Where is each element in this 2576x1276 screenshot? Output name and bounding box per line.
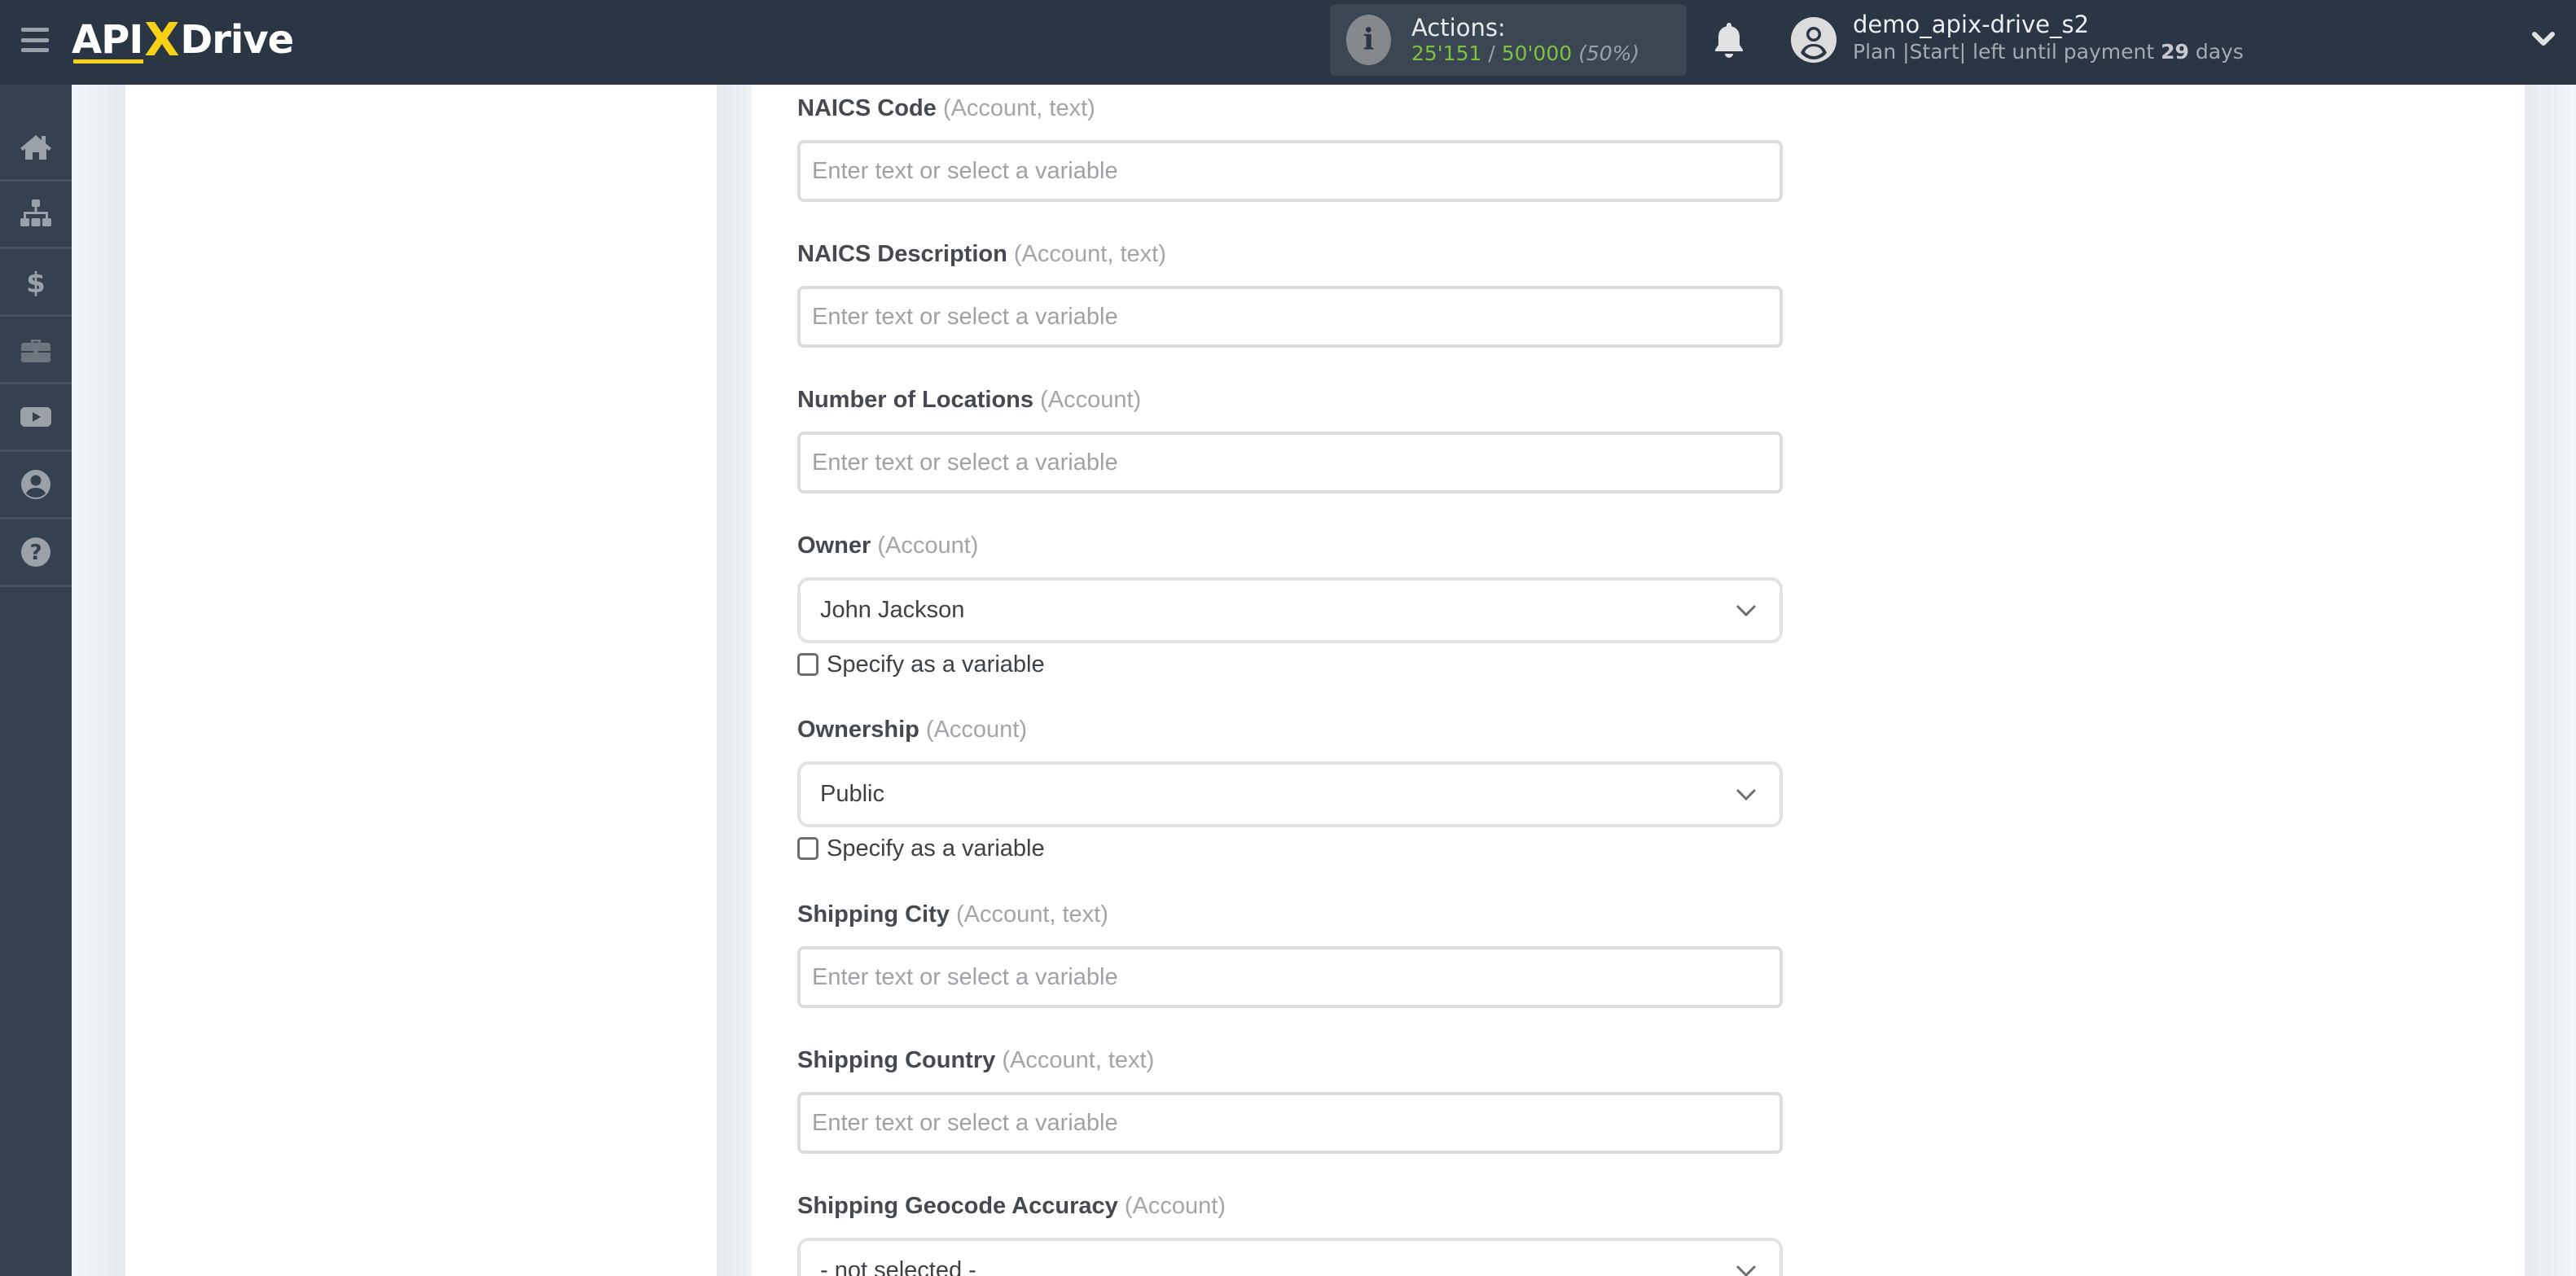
actions-used: 25'151 <box>1411 42 1482 66</box>
field-shipping-geocode-accuracy: Shipping Geocode Accuracy (Account) - no… <box>797 1190 1783 1276</box>
field-shipping-city: Shipping City (Account, text) <box>797 899 1783 1008</box>
field-name: Owner <box>797 533 871 559</box>
user-plan: Plan |Start| left until payment 29 days <box>1853 39 2244 64</box>
number-of-locations-input[interactable] <box>797 432 1783 493</box>
actions-percent: (50%) <box>1578 42 1640 66</box>
dollar-icon: $ <box>26 267 46 300</box>
bell-icon[interactable] <box>1713 20 1745 59</box>
field-meta: (Account) <box>925 717 1028 743</box>
actions-total: 50'000 <box>1501 42 1573 66</box>
field-name: Shipping City <box>797 901 950 927</box>
logo-text-drive: Drive <box>180 17 294 63</box>
field-label: Shipping Geocode Accuracy (Account) <box>797 1190 1783 1221</box>
field-shipping-country: Shipping Country (Account, text) <box>797 1045 1783 1154</box>
field-label: Owner (Account) <box>797 530 1783 561</box>
specify-variable-row: Specify as a variable <box>797 834 1783 863</box>
select-value: - not selected - <box>820 1257 976 1276</box>
field-label: NAICS Description (Account, text) <box>797 239 1783 270</box>
sidebar-item-account[interactable] <box>0 452 72 520</box>
chevron-down-icon <box>1736 1265 1757 1276</box>
field-name: Number of Locations <box>797 387 1034 413</box>
info-icon: i <box>1346 15 1391 65</box>
chevron-down-icon[interactable] <box>2531 26 2556 50</box>
field-meta: (Account) <box>1040 387 1142 413</box>
top-header: API X Drive i Actions: 25'151 / 50'000 (… <box>0 0 2576 85</box>
sidebar: $ ? <box>0 85 72 1276</box>
owner-specify-variable-checkbox[interactable] <box>797 653 818 676</box>
actions-separator: / <box>1481 42 1502 66</box>
user-info[interactable]: demo_apix-drive_s2 Plan |Start| left unt… <box>1853 10 2244 65</box>
sidebar-item-home[interactable] <box>0 114 72 182</box>
field-label: Shipping City (Account, text) <box>797 899 1783 930</box>
home-icon <box>20 135 51 160</box>
shipping-geocode-accuracy-select[interactable]: - not selected - <box>797 1238 1783 1276</box>
select-value: John Jackson <box>820 597 965 623</box>
field-meta: (Account, text) <box>942 95 1095 121</box>
shipping-city-input[interactable] <box>797 946 1783 1008</box>
left-panel <box>125 85 717 1276</box>
left-gutter <box>72 85 125 1276</box>
select-value: Public <box>820 781 884 807</box>
field-label: NAICS Code (Account, text) <box>797 93 1783 124</box>
field-meta: (Account, text) <box>955 901 1108 927</box>
field-name: Shipping Country <box>797 1047 996 1073</box>
plan-text: Plan |Start| left until payment <box>1853 40 2161 64</box>
chevron-down-icon <box>1736 604 1757 616</box>
svg-text:?: ? <box>29 541 42 565</box>
right-gutter <box>2525 85 2576 1276</box>
field-ownership: Ownership (Account) Public Specify as a … <box>797 714 1783 863</box>
checkbox-label[interactable]: Specify as a variable <box>827 651 1045 678</box>
field-meta: (Account, text) <box>1013 241 1166 267</box>
field-label: Number of Locations (Account) <box>797 384 1783 415</box>
sidebar-item-help[interactable]: ? <box>0 520 72 587</box>
actions-values: 25'151 / 50'000 (50%) <box>1411 42 1639 66</box>
actions-label: Actions: <box>1411 13 1506 42</box>
sidebar-item-connections[interactable] <box>0 182 72 249</box>
naics-description-input[interactable] <box>797 286 1783 348</box>
days-suffix: days <box>2188 40 2244 64</box>
field-meta: (Account) <box>1124 1193 1226 1219</box>
briefcase-icon <box>21 340 50 362</box>
field-owner: Owner (Account) John Jackson Specify as … <box>797 530 1783 679</box>
user-circle-icon <box>21 470 50 499</box>
shipping-country-input[interactable] <box>797 1092 1783 1154</box>
field-name: Shipping Geocode Accuracy <box>797 1193 1118 1219</box>
specify-variable-row: Specify as a variable <box>797 650 1783 679</box>
ownership-specify-variable-checkbox[interactable] <box>797 837 818 860</box>
field-name: NAICS Description <box>797 241 1007 267</box>
menu-toggle-icon[interactable] <box>21 28 49 52</box>
field-label: Ownership (Account) <box>797 714 1783 745</box>
field-name: Ownership <box>797 717 919 743</box>
logo-underline <box>73 59 143 64</box>
field-meta: (Account) <box>877 533 979 559</box>
sidebar-item-services[interactable] <box>0 317 72 384</box>
field-meta: (Account, text) <box>1002 1047 1155 1073</box>
ownership-select[interactable]: Public <box>797 761 1783 827</box>
svg-text:$: $ <box>26 267 46 300</box>
user-name: demo_apix-drive_s2 <box>1853 11 2090 38</box>
middle-gutter <box>717 85 752 1276</box>
sidebar-item-billing[interactable]: $ <box>0 249 72 317</box>
user-avatar-icon[interactable] <box>1790 16 1837 64</box>
field-naics-code: NAICS Code (Account, text) <box>797 93 1783 202</box>
field-naics-description: NAICS Description (Account, text) <box>797 239 1783 348</box>
field-label: Shipping Country (Account, text) <box>797 1045 1783 1076</box>
logo-text-api: API <box>72 17 143 63</box>
actions-counter[interactable]: i Actions: 25'151 / 50'000 (50%) <box>1330 4 1687 76</box>
question-circle-icon: ? <box>21 537 50 567</box>
checkbox-label[interactable]: Specify as a variable <box>827 835 1045 862</box>
field-name: NAICS Code <box>797 95 937 121</box>
logo-text-x: X <box>144 13 179 67</box>
naics-code-input[interactable] <box>797 140 1783 202</box>
youtube-icon <box>20 407 51 427</box>
owner-select[interactable]: John Jackson <box>797 577 1783 643</box>
sidebar-item-video[interactable] <box>0 384 72 452</box>
days-left: 29 <box>2161 40 2189 64</box>
chevron-down-icon <box>1736 788 1757 800</box>
sitemap-icon <box>20 200 51 226</box>
apixdrive-logo[interactable]: API X Drive <box>72 11 294 68</box>
field-number-of-locations: Number of Locations (Account) <box>797 384 1783 493</box>
